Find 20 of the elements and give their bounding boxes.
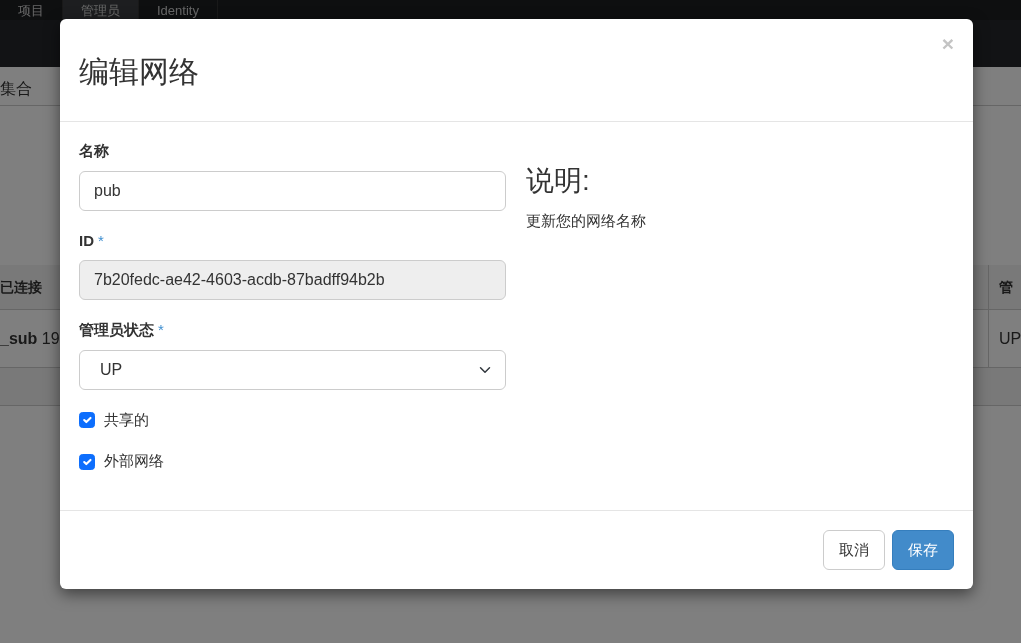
breadcrumb-text: 集合 — [0, 80, 32, 97]
input-field[interactable]: pub — [79, 170, 506, 211]
help-title: 说明: — [526, 164, 591, 198]
checkbox[interactable] — [79, 453, 95, 470]
table-cell-text: _sub 19 — [0, 328, 60, 349]
dialog-title: 编辑网络 — [79, 55, 199, 88]
column-header: 已连接 — [0, 277, 42, 297]
nav-tab[interactable]: 管理员 — [63, 0, 139, 20]
column-header: 管 — [999, 277, 1013, 297]
checkbox-label: 共享的 — [104, 409, 149, 430]
field-label: 名称 — [79, 141, 110, 162]
checkbox-label: 外部网络 — [104, 451, 164, 472]
field-label: 管理员状态 * — [79, 320, 165, 341]
admin-state-select[interactable]: UP — [79, 349, 506, 390]
cancel-button[interactable]: 取消 — [823, 529, 885, 570]
table-cell-text: UP — [999, 328, 1021, 349]
checkbox[interactable] — [79, 412, 95, 429]
help-text: 更新您的网络名称 — [526, 210, 646, 231]
save-button[interactable]: 保存 — [892, 529, 954, 570]
field-label: ID * — [79, 230, 105, 251]
